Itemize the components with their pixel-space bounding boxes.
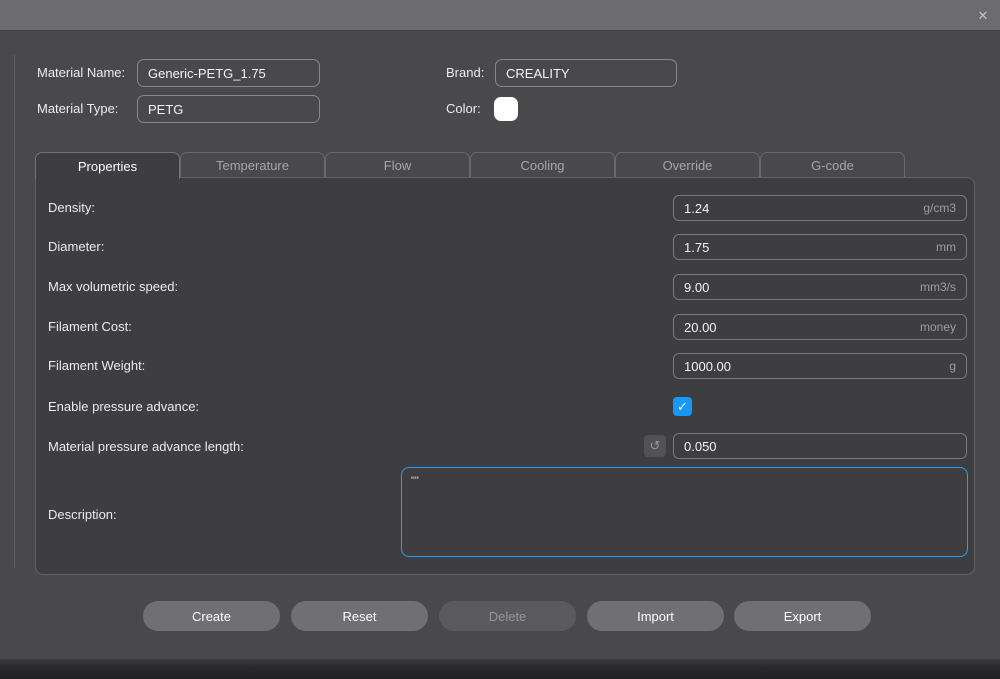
filament-weight-field: g bbox=[673, 353, 967, 379]
color-swatch[interactable] bbox=[494, 97, 518, 121]
pressure-advance-length-input[interactable] bbox=[674, 439, 966, 454]
max-volumetric-speed-input[interactable] bbox=[674, 280, 920, 295]
material-type-input[interactable] bbox=[137, 95, 320, 123]
create-button[interactable]: Create bbox=[143, 601, 280, 631]
tab-cooling[interactable]: Cooling bbox=[470, 152, 615, 178]
close-icon[interactable]: ✕ bbox=[974, 7, 992, 25]
pressure-advance-length-label: Material pressure advance length: bbox=[48, 439, 244, 454]
delete-button[interactable]: Delete bbox=[439, 601, 576, 631]
check-icon: ✓ bbox=[677, 400, 688, 413]
filament-weight-input[interactable] bbox=[674, 359, 949, 374]
brand-label: Brand: bbox=[446, 59, 484, 87]
pressure-advance-checkbox[interactable]: ✓ bbox=[673, 397, 692, 416]
reset-button[interactable]: Reset bbox=[291, 601, 428, 631]
description-label: Description: bbox=[48, 507, 117, 522]
diameter-label: Diameter: bbox=[48, 239, 104, 254]
material-name-label: Material Name: bbox=[37, 59, 125, 87]
undo-icon[interactable]: ↺ bbox=[644, 435, 666, 457]
density-input[interactable] bbox=[674, 201, 923, 216]
tab-gcode[interactable]: G-code bbox=[760, 152, 905, 178]
filament-cost-field: money bbox=[673, 314, 967, 340]
import-button[interactable]: Import bbox=[587, 601, 724, 631]
filament-weight-label: Filament Weight: bbox=[48, 358, 145, 373]
tabbar: Properties Temperature Flow Cooling Over… bbox=[35, 152, 905, 178]
material-name-input[interactable] bbox=[137, 59, 320, 87]
brand-input[interactable] bbox=[495, 59, 677, 87]
diameter-input[interactable] bbox=[674, 240, 936, 255]
color-label: Color: bbox=[446, 95, 481, 123]
export-button[interactable]: Export bbox=[734, 601, 871, 631]
tab-flow[interactable]: Flow bbox=[325, 152, 470, 178]
density-field: g/cm3 bbox=[673, 195, 967, 221]
titlebar: ✕ bbox=[0, 0, 1000, 31]
max-volumetric-speed-label: Max volumetric speed: bbox=[48, 279, 178, 294]
max-volumetric-speed-unit: mm3/s bbox=[920, 280, 966, 294]
tab-properties[interactable]: Properties bbox=[35, 152, 180, 179]
max-volumetric-speed-field: mm3/s bbox=[673, 274, 967, 300]
pressure-advance-length-field bbox=[673, 433, 967, 459]
filament-weight-unit: g bbox=[949, 359, 966, 373]
density-unit: g/cm3 bbox=[923, 201, 966, 215]
bottom-strip bbox=[0, 659, 1000, 679]
tab-temperature[interactable]: Temperature bbox=[180, 152, 325, 178]
filament-cost-unit: money bbox=[920, 320, 966, 334]
tab-override[interactable]: Override bbox=[615, 152, 760, 178]
filament-cost-label: Filament Cost: bbox=[48, 319, 132, 334]
diameter-unit: mm bbox=[936, 240, 966, 254]
filament-cost-input[interactable] bbox=[674, 320, 920, 335]
material-type-label: Material Type: bbox=[37, 95, 118, 123]
enable-pressure-advance-label: Enable pressure advance: bbox=[48, 399, 199, 414]
diameter-field: mm bbox=[673, 234, 967, 260]
description-textarea[interactable]: "" bbox=[401, 467, 968, 557]
density-label: Density: bbox=[48, 200, 95, 215]
left-divider bbox=[14, 55, 15, 568]
properties-panel: Density: g/cm3 Diameter: mm Max volumetr… bbox=[35, 177, 975, 575]
